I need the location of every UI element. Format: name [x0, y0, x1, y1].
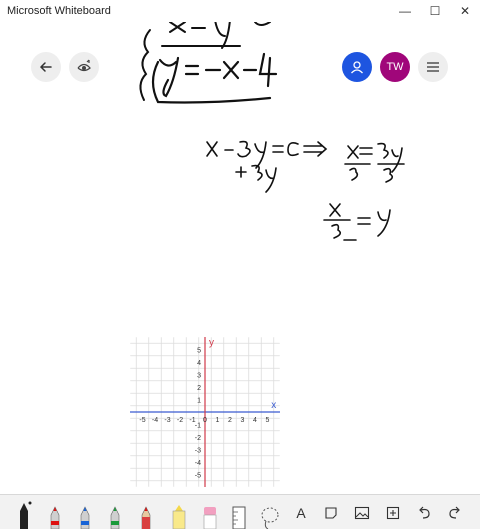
pink-eraser-icon	[203, 507, 217, 529]
whiteboard-canvas[interactable]: -5 -4 -3 -2 -1 0 1 2 3 4 5 5 4 3 2 1 -1 -2 -3 -4 -5 x y TW	[0, 19, 480, 494]
black-pen-tool[interactable]	[12, 495, 36, 529]
green-pen-tool[interactable]	[104, 495, 126, 529]
blue-pen-icon	[80, 506, 90, 529]
y-tick-label: 4	[197, 360, 201, 367]
ink-plus-3y	[235, 164, 277, 193]
y-tick-label: 5	[197, 348, 201, 355]
image-icon	[354, 506, 370, 520]
y-axis-label: y	[209, 337, 214, 348]
x-tick-label: 1	[216, 417, 220, 424]
y-tick-label: 3	[197, 373, 201, 380]
hamburger-icon	[427, 62, 439, 72]
undo-icon	[419, 506, 430, 519]
highlighter-tool[interactable]	[167, 495, 191, 529]
undo-button[interactable]	[414, 503, 434, 523]
title-bar: Microsoft Whiteboard — ☐ ✕	[0, 0, 480, 22]
ink-equation-boxed	[151, 52, 278, 104]
red-pencil-icon	[141, 506, 151, 529]
ink-equation-result	[323, 203, 391, 241]
blue-pen-tool[interactable]	[74, 495, 96, 529]
ruler-icon	[232, 506, 246, 529]
x-tick-label: 5	[266, 417, 270, 424]
y-tick-label: -5	[195, 473, 201, 480]
coordinate-graph: -5 -4 -3 -2 -1 0 1 2 3 4 554321-1-2-3-4-5xy	[130, 337, 280, 487]
y-tick-label: 1	[197, 398, 201, 405]
x-tick-label: -3	[164, 417, 170, 424]
text-icon: A	[296, 505, 306, 521]
avatar-initials: TW	[386, 61, 404, 73]
minimize-button[interactable]: —	[390, 0, 420, 22]
eye-arrow-icon	[77, 59, 91, 72]
ink-toolbar: A	[0, 494, 480, 529]
eraser-tool[interactable]	[198, 495, 222, 529]
ink-layer: -5 -4 -3 -2 -1 0 1 2 3 4 554321-1-2-3-4-5xy	[130, 19, 405, 487]
x-tick-label: -5	[139, 417, 145, 424]
close-button[interactable]: ✕	[450, 0, 480, 22]
sticky-note-icon	[325, 507, 337, 519]
red-pen-tool[interactable]	[44, 495, 66, 529]
lasso-tool[interactable]	[258, 495, 282, 529]
app-title: Microsoft Whiteboard	[7, 5, 111, 17]
avatar[interactable]: TW	[380, 52, 410, 82]
arrow-left-icon	[39, 62, 52, 72]
image-tool[interactable]	[352, 503, 372, 523]
red-pencil-tool[interactable]	[135, 495, 157, 529]
person-icon	[351, 61, 363, 74]
y-tick-label: -2	[195, 435, 201, 442]
green-pen-icon	[110, 506, 120, 529]
redo-icon	[449, 506, 460, 519]
x-axis-label: x	[271, 400, 276, 411]
add-icon	[386, 506, 400, 520]
x-tick-label: 4	[253, 417, 257, 424]
back-button[interactable]	[31, 52, 61, 82]
ink-equation-transform	[206, 140, 405, 183]
y-tick-label: -4	[195, 460, 201, 467]
x-tick-label: -4	[152, 417, 158, 424]
x-tick-label: 3	[241, 417, 245, 424]
text-tool[interactable]: A	[291, 503, 311, 523]
add-tool[interactable]	[383, 503, 403, 523]
lasso-icon	[261, 507, 279, 529]
view-options-button[interactable]	[69, 52, 99, 82]
yellow-highlighter-icon	[172, 505, 186, 529]
x-tick-label: 0	[203, 417, 207, 424]
invite-button[interactable]	[342, 52, 372, 82]
redo-button[interactable]	[445, 503, 465, 523]
maximize-button[interactable]: ☐	[420, 0, 450, 22]
black-pen-icon	[20, 501, 32, 529]
sticky-note-tool[interactable]	[321, 503, 341, 523]
settings-menu-button[interactable]	[418, 52, 448, 82]
y-tick-label: -3	[195, 448, 201, 455]
y-tick-label: -1	[195, 423, 201, 430]
red-pen-icon	[50, 506, 60, 529]
ruler-tool[interactable]	[228, 495, 250, 529]
y-tick-label: 2	[197, 385, 201, 392]
x-tick-label: -2	[177, 417, 183, 424]
x-tick-label: 2	[228, 417, 232, 424]
